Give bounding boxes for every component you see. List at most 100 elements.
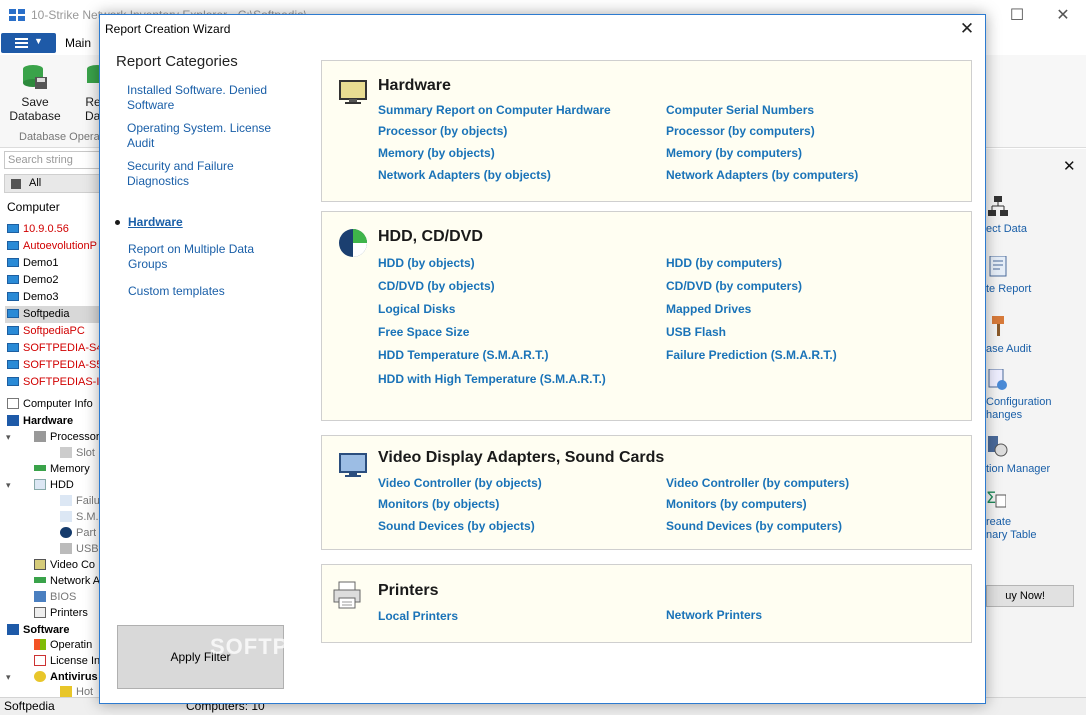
collapse-icon[interactable]: ▾ (6, 672, 11, 683)
computer-list-item[interactable]: 10.9.0.56 (5, 221, 101, 238)
hardware-icon (7, 415, 19, 426)
computer-list-item[interactable]: Demo2 (5, 272, 101, 289)
tree-memory[interactable]: Memory (34, 462, 90, 478)
report-link[interactable]: Sound Devices (by objects) (378, 519, 535, 533)
buy-now-button[interactable]: uy Now! (986, 585, 1074, 607)
tree-printers[interactable]: Printers (34, 606, 88, 622)
report-link[interactable]: HDD (by objects) (378, 256, 475, 270)
tree-operating-system[interactable]: Operatin (34, 638, 92, 654)
filter-all[interactable]: All (4, 174, 101, 193)
report-link[interactable]: Mapped Drives (666, 302, 751, 316)
report-link[interactable]: Video Controller (by computers) (666, 476, 849, 490)
report-link[interactable]: Monitors (by objects) (378, 497, 499, 511)
close-icon[interactable]: ✕ (1063, 157, 1076, 175)
tree-failure[interactable]: Failu (60, 494, 100, 510)
report-link[interactable]: HDD Temperature (S.M.A.R.T.) (378, 348, 548, 362)
license-audit-button[interactable]: ase Audit (986, 316, 1086, 356)
application-manager-button[interactable]: tion Manager (986, 436, 1086, 476)
computer-list-item[interactable]: SOFTPEDIA-S54 (5, 357, 101, 374)
report-link[interactable]: HDD (by computers) (666, 256, 782, 270)
computer-name: SOFTPEDIA-S40 (23, 342, 101, 354)
tree-usb[interactable]: USB (60, 542, 99, 558)
close-window-button[interactable]: ✕ (1043, 3, 1083, 29)
report-link[interactable]: Free Space Size (378, 325, 469, 339)
computer-icon (7, 292, 19, 301)
tree-partitions[interactable]: Part (60, 526, 96, 542)
tree-smart[interactable]: S.M. (60, 510, 99, 526)
computer-list-item[interactable]: SOFTPEDIA-S40 (5, 340, 101, 357)
printer-icon (34, 607, 46, 618)
category-hardware[interactable]: Hardware (128, 215, 288, 230)
tree-computer-info[interactable]: Computer Info (7, 397, 93, 413)
report-link[interactable]: Sound Devices (by computers) (666, 519, 842, 533)
report-link[interactable]: Logical Disks (378, 302, 455, 316)
report-link[interactable]: Network Adapters (by objects) (378, 168, 551, 182)
reload-database-button[interactable]: Re Dat (65, 63, 101, 123)
category-security-diagnostics[interactable]: Security and Failure Diagnostics (127, 159, 287, 189)
computer-list-item[interactable]: SOFTPEDIAS-IM (5, 374, 101, 391)
tree-slot[interactable]: Slot (60, 446, 95, 462)
category-operating-system[interactable]: Operating System. License Audit (127, 121, 287, 151)
document-icon (7, 398, 19, 409)
report-link[interactable]: CD/DVD (by computers) (666, 279, 802, 293)
report-link[interactable]: Memory (by computers) (666, 146, 802, 160)
report-link[interactable]: Network Printers (666, 608, 762, 622)
database-save-icon (23, 65, 47, 89)
license-icon (34, 655, 46, 666)
tree-video[interactable]: Video Co (34, 558, 95, 574)
report-icon (989, 256, 1007, 277)
report-link[interactable]: Computer Serial Numbers (666, 103, 814, 117)
report-link[interactable]: Network Adapters (by computers) (666, 168, 858, 182)
report-link[interactable]: Processor (by objects) (378, 124, 507, 138)
computer-column-header[interactable]: Computer (7, 200, 60, 214)
tree-label: S.M. (76, 511, 99, 523)
search-input[interactable]: Search string (4, 151, 100, 169)
computer-list-item-selected[interactable]: Softpedia (5, 306, 101, 323)
memory-icon (34, 465, 46, 471)
report-link[interactable]: Summary Report on Computer Hardware (378, 103, 611, 117)
tab-main[interactable]: Main (65, 36, 91, 50)
tree-software[interactable]: Software (7, 623, 69, 639)
report-link[interactable]: Processor (by computers) (666, 124, 815, 138)
tree-hdd[interactable]: HDD (34, 478, 74, 494)
report-link[interactable]: Failure Prediction (S.M.A.R.T.) (666, 348, 837, 362)
create-report-button[interactable]: te Report (986, 256, 1086, 296)
save-database-button[interactable]: Save Database (5, 63, 65, 123)
report-link[interactable]: Memory (by objects) (378, 146, 495, 160)
collect-data-label: ect Data (986, 223, 1027, 235)
configuration-changes-button[interactable]: Configuration hanges (986, 369, 1086, 421)
tree-antivirus[interactable]: Antivirus (34, 670, 98, 686)
tree-hardware[interactable]: Hardware (7, 414, 73, 430)
collapse-icon[interactable]: ▾ (6, 480, 11, 491)
dialog-close-button[interactable]: ✕ (949, 15, 985, 43)
chevron-down-icon: ▼ (34, 36, 43, 46)
tree-processor[interactable]: Processor (34, 430, 100, 446)
computer-icon (7, 360, 19, 369)
collect-data-button[interactable]: ect Data (986, 196, 1086, 236)
report-link[interactable]: CD/DVD (by objects) (378, 279, 495, 293)
tree-license[interactable]: License In (34, 654, 100, 670)
application-manager-label: tion Manager (986, 463, 1051, 475)
collapse-icon[interactable]: ▾ (6, 432, 11, 443)
apply-filter-button[interactable]: Apply Filter (117, 625, 284, 689)
computer-name: Demo1 (23, 257, 59, 269)
computer-icon (7, 224, 19, 233)
computer-list-item[interactable]: SoftpediaPC (5, 323, 101, 340)
computer-list-item[interactable]: Demo3 (5, 289, 101, 306)
report-link[interactable]: HDD with High Temperature (S.M.A.R.T.) (378, 372, 606, 386)
tree-bios[interactable]: BIOS (34, 590, 76, 606)
app-logo-icon (9, 9, 25, 21)
maximize-button[interactable]: ☐ (997, 3, 1037, 29)
category-multiple-data-groups[interactable]: Report on Multiple Data Groups (128, 242, 288, 272)
report-link[interactable]: Monitors (by computers) (666, 497, 807, 511)
category-custom-templates[interactable]: Custom templates (128, 284, 288, 299)
report-link[interactable]: Local Printers (378, 609, 458, 623)
app-menu-button[interactable]: ▼ (1, 33, 56, 53)
computer-list-item[interactable]: Demo1 (5, 255, 101, 272)
category-installed-software[interactable]: Installed Software. Denied Software (127, 83, 287, 113)
report-link[interactable]: USB Flash (666, 325, 726, 339)
tree-network[interactable]: Network A (34, 574, 100, 590)
report-link[interactable]: Video Controller (by objects) (378, 476, 542, 490)
computer-list-item[interactable]: AutoevolutionP (5, 238, 101, 255)
create-summary-table-button[interactable]: Σ reate nary Table (986, 489, 1086, 541)
